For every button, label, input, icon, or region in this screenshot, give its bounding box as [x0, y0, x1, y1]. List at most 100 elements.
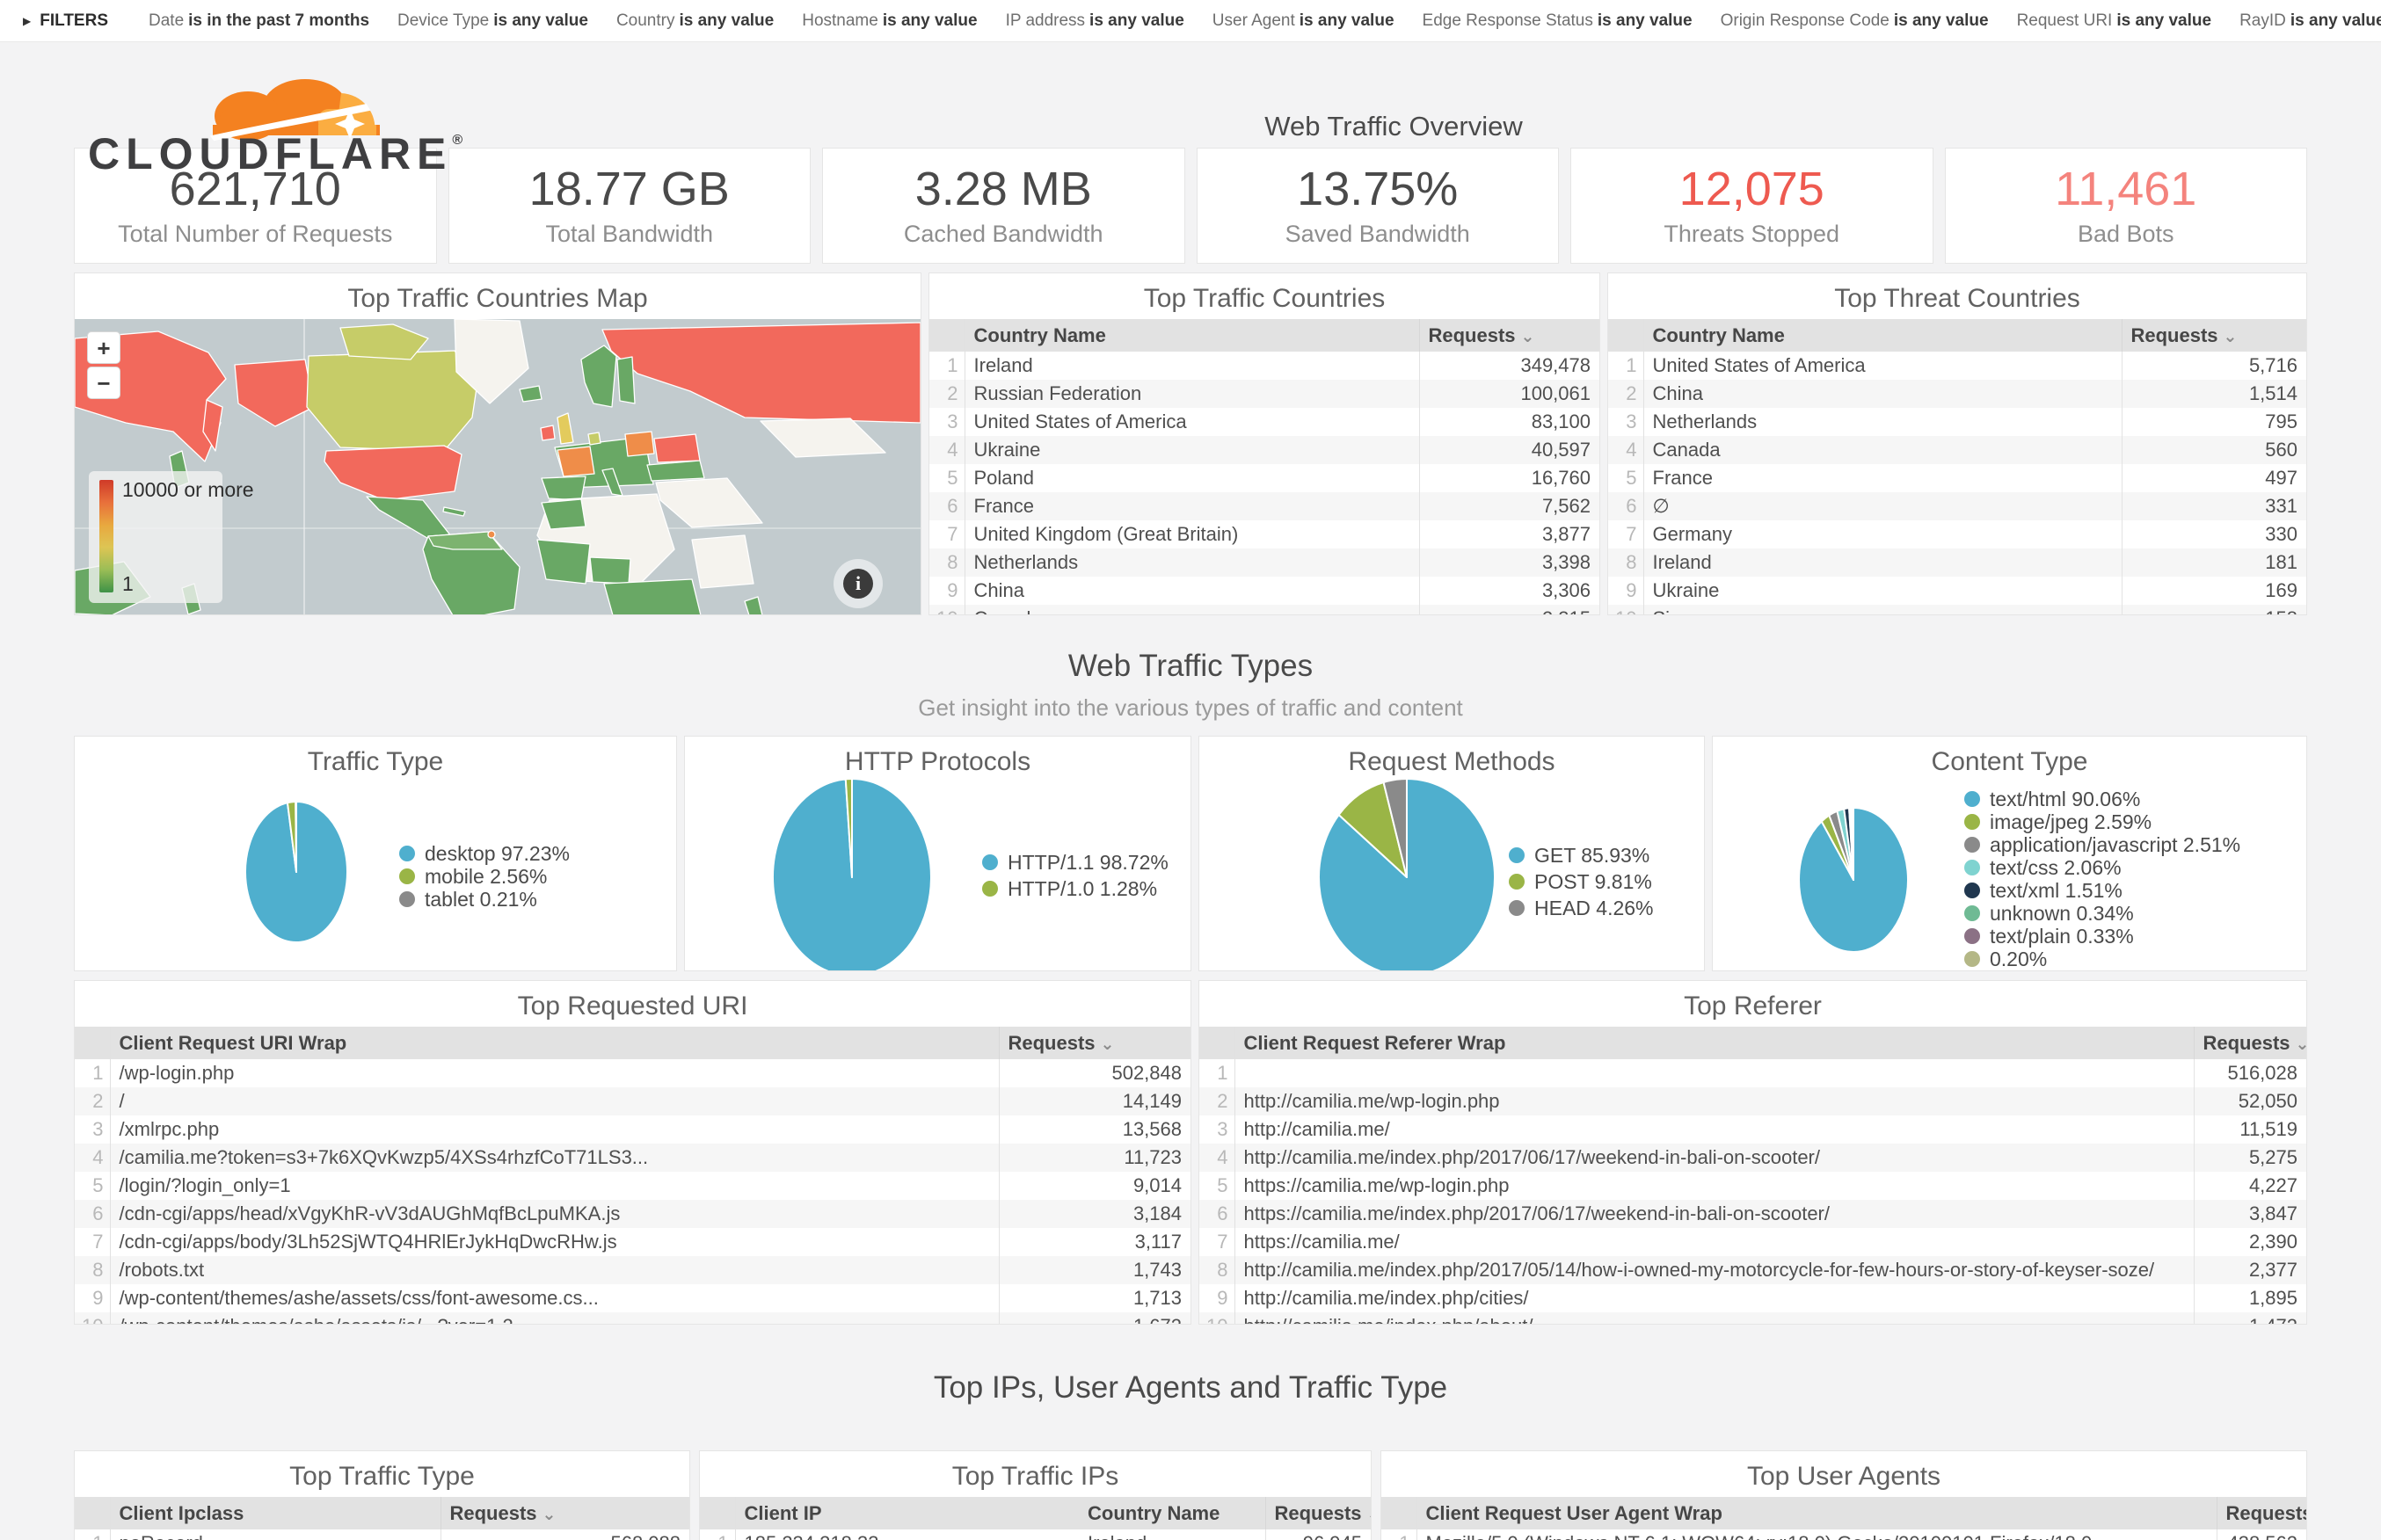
filter-condition: is any value	[679, 11, 774, 30]
legend-item[interactable]: HTTP/1.1 98.72%	[982, 849, 1169, 875]
traffic-type-pie[interactable]	[238, 798, 354, 946]
table-cell: 13,568	[999, 1115, 1190, 1144]
world-map[interactable]: + − 10000 or more 1 i	[75, 319, 921, 615]
legend-item[interactable]: text/html 90.06%	[1964, 788, 2240, 810]
filter-item[interactable]: Dateis in the past 7 months	[149, 11, 369, 30]
column-header[interactable]: Country Name	[965, 319, 1419, 352]
legend-dot-icon	[1964, 951, 1980, 967]
table-cell: 3,847	[2194, 1200, 2306, 1228]
stat-label: Total Bandwidth	[545, 221, 713, 248]
cloudflare-wordmark: CLOUDFLARE®	[88, 128, 462, 179]
referer-table: Client Request Referer WrapRequests⌄1516…	[1199, 1027, 2306, 1325]
row-index: 5	[929, 464, 965, 492]
zoom-in-button[interactable]: +	[87, 331, 120, 364]
pie-slice[interactable]	[295, 802, 296, 872]
filter-item[interactable]: Hostnameis any value	[802, 11, 977, 30]
table-row: 9China3,306	[929, 577, 1599, 605]
filter-item[interactable]: Device Typeis any value	[397, 11, 588, 30]
zoom-out-button[interactable]: −	[87, 367, 120, 399]
column-header[interactable]: Requests⌄	[999, 1027, 1190, 1059]
table-cell: Singapore	[1643, 605, 2122, 615]
filter-item[interactable]: RayIDis any value	[2239, 11, 2381, 30]
filters-toggle[interactable]: ▶ FILTERS	[23, 11, 108, 31]
table-row: 5/login/?login_only=19,014	[75, 1172, 1190, 1200]
column-header[interactable]: Client Ipclass	[110, 1497, 441, 1529]
column-header[interactable]: Requests⌄	[2122, 319, 2306, 352]
request-methods-pie[interactable]	[1314, 776, 1500, 971]
legend-item[interactable]: text/xml 1.51%	[1964, 879, 2240, 902]
legend-item[interactable]: text/plain 0.33%	[1964, 925, 2240, 948]
table-row: 1516,028	[1199, 1059, 2306, 1087]
column-header[interactable]: Client IP	[735, 1497, 1079, 1529]
column-header[interactable]: Requests⌄	[2194, 1027, 2306, 1059]
column-header[interactable]: Client Request Referer Wrap	[1234, 1027, 2194, 1059]
column-header[interactable]: Requests⌄	[2217, 1497, 2306, 1529]
traffic-ips-table: Client IPCountry NameRequests⌄1185.234.2…	[700, 1497, 1371, 1540]
row-index: 3	[75, 1115, 110, 1144]
pie-title: Traffic Type	[75, 737, 676, 782]
table-row: 3http://camilia.me/11,519	[1199, 1115, 2306, 1144]
filter-condition: is any value	[2116, 11, 2211, 30]
legend-item[interactable]: mobile 2.56%	[399, 865, 570, 888]
column-header[interactable]: Client Request URI Wrap	[110, 1027, 999, 1059]
legend-item[interactable]: GET 85.93%	[1509, 842, 1654, 868]
table-cell: /cdn-cgi/apps/head/xVgyKhR-vV3dAUGhMqfBc…	[110, 1200, 999, 1228]
legend-dot-icon	[982, 854, 998, 870]
legend-dot-icon	[1509, 847, 1525, 863]
row-index: 10	[1608, 605, 1643, 615]
table-row: 7United Kingdom (Great Britain)3,877	[929, 520, 1599, 548]
filter-bar: ▶ FILTERS Dateis in the past 7 months Dev…	[0, 0, 2381, 42]
sort-caret-icon: ⌄	[1367, 1506, 1371, 1524]
column-header[interactable]: Country Name	[1643, 319, 2122, 352]
legend-item[interactable]: POST 9.81%	[1509, 868, 1654, 895]
traffic-type-table-card: Top Traffic Type Client IpclassRequests⌄…	[74, 1450, 690, 1540]
column-header[interactable]: Country Name	[1079, 1497, 1265, 1529]
row-index: 8	[1608, 548, 1643, 577]
row-index: 3	[1199, 1115, 1234, 1144]
filter-item[interactable]: Request URIis any value	[2017, 11, 2212, 30]
filter-item[interactable]: IP addressis any value	[1006, 11, 1184, 30]
table-cell: Mozilla/5.0 (Windows NT 6.1; WOW64; rv:1…	[1416, 1529, 2217, 1540]
row-index: 3	[1608, 408, 1643, 436]
legend-item[interactable]: desktop 97.23%	[399, 842, 570, 865]
row-index: 6	[1608, 492, 1643, 520]
column-header[interactable]: Client Request User Agent Wrap	[1416, 1497, 2217, 1529]
referer-title: Top Referer	[1199, 981, 2306, 1027]
row-index: 1	[1608, 352, 1643, 380]
row-index-header	[1199, 1027, 1234, 1059]
map-card: Top Traffic Countries Map	[74, 272, 921, 615]
table-cell: 40,597	[1419, 436, 1599, 464]
legend-dot-icon	[1509, 874, 1525, 890]
table-cell: /cdn-cgi/apps/body/3Lh52SjWTQ4HRlErJykHq…	[110, 1228, 999, 1256]
legend-item[interactable]: 0.20%	[1964, 948, 2240, 970]
table-row: 4Canada560	[1608, 436, 2306, 464]
table-row: 8/robots.txt1,743	[75, 1256, 1190, 1284]
table-cell	[1234, 1059, 2194, 1087]
content-type-legend: text/html 90.06%image/jpeg 2.59%applicat…	[1964, 788, 2240, 970]
legend-item[interactable]: HEAD 4.26%	[1509, 895, 1654, 921]
legend-item[interactable]: tablet 0.21%	[399, 888, 570, 911]
table-cell: Ireland	[1079, 1529, 1265, 1540]
legend-item[interactable]: unknown 0.34%	[1964, 902, 2240, 925]
filter-field: User Agent	[1212, 11, 1295, 30]
http-protocols-legend: HTTP/1.1 98.72%HTTP/1.0 1.28%	[982, 849, 1169, 902]
column-header[interactable]: Requests⌄	[1419, 319, 1599, 352]
filter-item[interactable]: Countryis any value	[616, 11, 774, 30]
column-header[interactable]: Requests⌄	[441, 1497, 689, 1529]
filter-item[interactable]: User Agentis any value	[1212, 11, 1394, 30]
column-header[interactable]: Requests⌄	[1265, 1497, 1371, 1529]
legend-item[interactable]: text/css 2.06%	[1964, 856, 2240, 879]
content-type-pie[interactable]	[1795, 805, 1912, 955]
filter-item[interactable]: Edge Response Statusis any value	[1423, 11, 1693, 30]
filter-item[interactable]: Origin Response Codeis any value	[1721, 11, 1989, 30]
table-row: 10/wp-content/themes/ashe/assets/js/...?…	[75, 1312, 1190, 1325]
legend-item[interactable]: application/javascript 2.51%	[1964, 833, 2240, 856]
legend-item[interactable]: HTTP/1.0 1.28%	[982, 875, 1169, 902]
map-info-button[interactable]: i	[834, 559, 883, 608]
http-protocols-pie[interactable]	[768, 776, 936, 971]
legend-item[interactable]: image/jpeg 2.59%	[1964, 810, 2240, 833]
table-cell: China	[965, 577, 1419, 605]
table-cell: 100,061	[1419, 380, 1599, 408]
table-row: 10Canada2,315	[929, 605, 1599, 615]
sort-caret-icon: ⌄	[1101, 1035, 1115, 1054]
